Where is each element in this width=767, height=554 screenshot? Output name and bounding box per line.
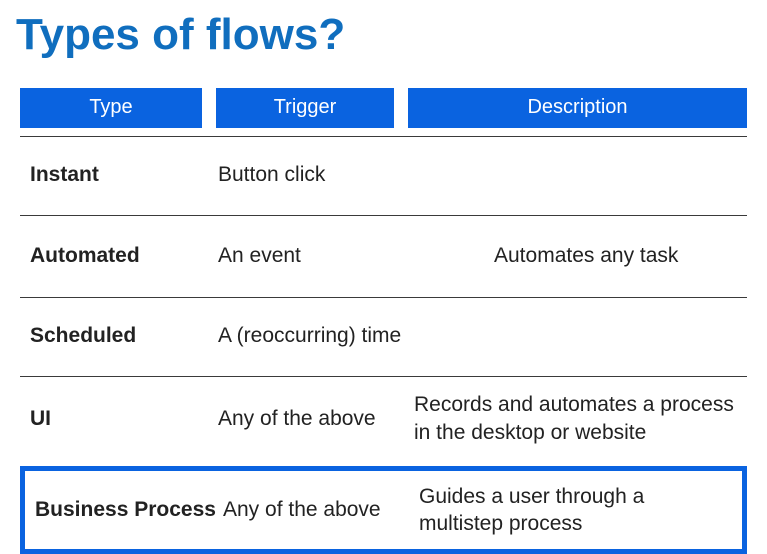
table-header-row: Type Trigger Description [20, 88, 747, 128]
table-row: Scheduled A (reoccurring) time [20, 297, 747, 376]
col-header-description: Description [408, 88, 747, 128]
cell-type: Scheduled [30, 324, 218, 348]
col-header-type: Type [20, 88, 202, 128]
cell-description: Automates any task [414, 242, 741, 269]
cell-description: Records and automates a process in the d… [414, 391, 741, 446]
table-row: UI Any of the above Records and automate… [20, 376, 747, 460]
cell-trigger: Any of the above [223, 498, 419, 522]
cell-description: Guides a user through a multistep proces… [419, 483, 736, 538]
page-title: Types of flows? [16, 10, 753, 60]
cell-type: Instant [30, 163, 218, 187]
table-body: Instant Button click Automated An event … [20, 136, 747, 460]
cell-type: UI [30, 407, 218, 431]
table-row: Automated An event Automates any task [20, 215, 747, 297]
table-row-highlighted: Business Process Any of the above Guides… [20, 466, 747, 554]
table-row: Instant Button click [20, 136, 747, 215]
flows-table: Type Trigger Description Instant Button … [20, 88, 747, 554]
cell-trigger: An event [218, 244, 414, 268]
cell-trigger: A (reoccurring) time [218, 324, 414, 348]
col-header-trigger: Trigger [216, 88, 394, 128]
cell-type: Business Process [35, 498, 223, 522]
cell-trigger: Any of the above [218, 407, 414, 431]
cell-trigger: Button click [218, 163, 414, 187]
cell-type: Automated [30, 244, 218, 268]
